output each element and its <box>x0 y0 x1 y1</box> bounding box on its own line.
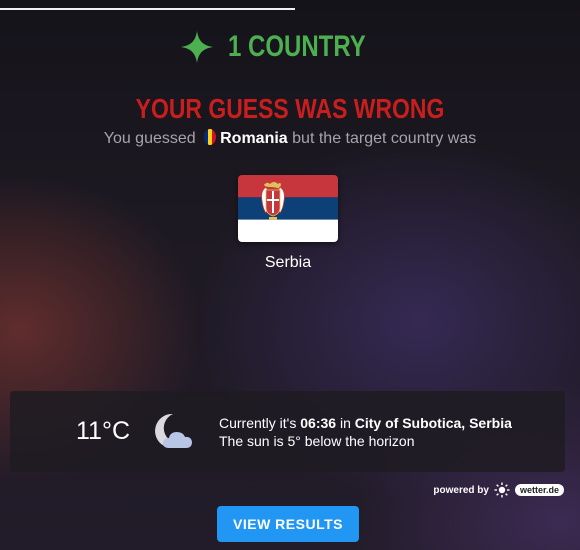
guessed-country: Romania <box>220 130 288 147</box>
romania-flag-icon <box>204 129 217 145</box>
provider-logo: wetter.de <box>514 484 564 496</box>
guess-line: You guessed Romania but the target count… <box>0 129 580 148</box>
sparkle-icon <box>180 31 213 63</box>
weather-panel: 11°C Currently it's 06:36 in City of Sub… <box>10 391 565 472</box>
serbia-flag-icon <box>238 175 338 242</box>
local-time: 06:36 <box>300 415 337 431</box>
sun-position-text: The sun is 5° below the horizon <box>219 433 415 449</box>
in-word: in <box>339 415 351 431</box>
view-results-button[interactable]: VIEW RESULTS <box>217 506 359 542</box>
title-row: 1 COUNTRY <box>0 30 580 64</box>
guess-prefix: You guessed <box>103 130 196 147</box>
currently-prefix: Currently it's <box>219 415 297 431</box>
guess-suffix: but the target country was <box>292 130 477 147</box>
progress-bar <box>0 8 295 10</box>
moon-cloud-icon <box>155 413 192 448</box>
result-heading: YOUR GUESS WAS WRONG <box>135 93 445 124</box>
weather-current-line: Currently it's 06:36 in City of Subotica… <box>219 415 512 431</box>
target-flag <box>238 175 338 242</box>
powered-by[interactable]: powered by wetter.de <box>433 482 564 498</box>
target-country-name: Serbia <box>264 254 312 271</box>
powered-by-label: powered by <box>433 484 489 496</box>
sun-icon <box>494 482 510 498</box>
location: City of Subotica, Serbia <box>354 415 512 431</box>
temperature: 11°C <box>76 417 131 445</box>
page-title: 1 COUNTRY <box>227 30 366 63</box>
